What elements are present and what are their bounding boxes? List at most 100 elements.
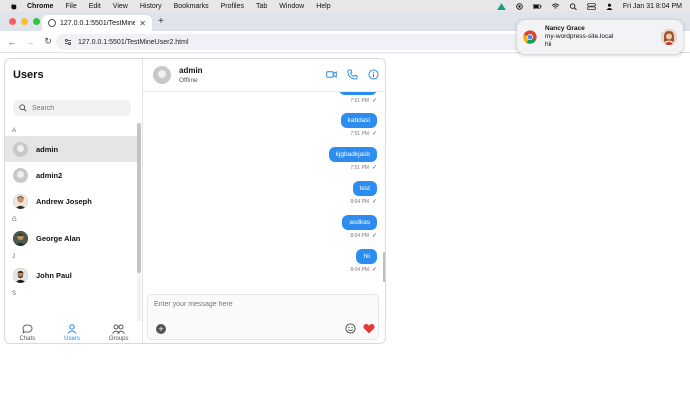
chat-contact-status: Offline	[179, 77, 198, 84]
nav-chats[interactable]: Chats	[19, 324, 35, 342]
user-photo-avatar	[13, 193, 28, 209]
close-tab-icon[interactable]: ✕	[139, 19, 146, 28]
back-arrow-icon[interactable]: ←	[6, 36, 18, 48]
menu-bookmarks[interactable]: Bookmarks	[174, 3, 209, 10]
menu-bar-clock[interactable]: Fri Jan 31 8:04 PM	[623, 3, 682, 10]
chat-contact-info: admin Offline	[179, 66, 203, 84]
reload-icon[interactable]: ↻	[42, 36, 54, 48]
add-attachment-icon[interactable]: +	[156, 324, 166, 334]
nav-label: Users	[64, 336, 80, 342]
emoji-icon[interactable]	[345, 323, 356, 334]
user-switch-icon[interactable]	[605, 3, 614, 10]
info-icon[interactable]	[368, 69, 379, 80]
message-time: 7:51 PM	[350, 164, 369, 171]
chat-contact-name: admin	[179, 66, 203, 75]
menu-history[interactable]: History	[140, 3, 162, 10]
minimize-window-button[interactable]	[21, 18, 28, 25]
default-avatar-icon	[153, 66, 171, 84]
menu-app-name[interactable]: Chrome	[27, 3, 53, 10]
user-search[interactable]	[13, 100, 131, 116]
menu-view[interactable]: View	[113, 3, 128, 10]
new-tab-button[interactable]: +	[158, 16, 164, 27]
chat-header: admin Offline	[143, 59, 385, 92]
message-bubble: test	[352, 181, 377, 196]
message-meta: 7:51 PM ✓	[350, 97, 377, 105]
user-row-andrew-joseph[interactable]: Andrew Joseph	[5, 188, 137, 214]
menu-bar-status-area: Fri Jan 31 8:04 PM	[496, 0, 682, 12]
menu-window[interactable]: Window	[279, 3, 304, 10]
user-row-george-alan[interactable]: George Alan	[5, 225, 137, 251]
search-icon	[19, 104, 27, 112]
browser-tab[interactable]: 127.0.0.1:5501/TestMineU ✕	[42, 15, 152, 31]
menu-help[interactable]: Help	[316, 3, 330, 10]
address-bar[interactable]: 127.0.0.1:5501/TestMineUser2.html	[56, 34, 526, 50]
wifi-icon[interactable]	[551, 2, 560, 10]
apple-icon[interactable]	[9, 2, 19, 11]
forward-arrow-icon[interactable]: →	[24, 36, 36, 48]
message-list-scrollbar[interactable]	[383, 252, 385, 282]
record-icon[interactable]	[515, 2, 524, 10]
message-meta: 8:04 PM ✓	[350, 266, 377, 274]
message-time: 8:04 PM	[350, 232, 369, 239]
message-meta: 8:04 PM ✓	[350, 232, 377, 240]
user-name: admin2	[36, 170, 63, 180]
user-name: George Alan	[36, 233, 81, 243]
check-icon: ✓	[371, 267, 377, 273]
message-time: 7:51 PM	[350, 130, 369, 137]
nav-groups[interactable]: Groups	[109, 324, 129, 342]
section-letter: A	[12, 127, 17, 134]
spotlight-search-icon[interactable]	[569, 2, 578, 10]
window-controls	[9, 18, 40, 25]
site-info-icon[interactable]	[64, 38, 72, 46]
address-bar-url: 127.0.0.1:5501/TestMineUser2.html	[78, 38, 189, 46]
check-icon: ✓	[371, 98, 377, 104]
message-bubble	[339, 92, 377, 95]
notification-text: Nancy Grace my-wordpress-site.local hii	[545, 25, 661, 49]
battery-icon[interactable]	[532, 3, 542, 10]
close-window-button[interactable]	[9, 18, 16, 25]
check-icon: ✓	[371, 199, 377, 205]
message-time: 7:51 PM	[350, 97, 369, 104]
user-row-john-paul[interactable]: John Paul	[5, 262, 137, 288]
search-input[interactable]	[32, 104, 122, 112]
message-input[interactable]	[154, 301, 364, 315]
user-photo-avatar	[13, 267, 28, 283]
user-name: admin	[36, 144, 59, 154]
nav-users[interactable]: Users	[64, 324, 80, 342]
message-item: asdkas 8:04 PM ✓	[342, 215, 377, 239]
chrome-notification[interactable]: Nancy Grace my-wordpress-site.local hii	[517, 20, 683, 54]
check-icon: ✓	[371, 165, 377, 171]
chat-header-actions	[326, 69, 379, 80]
message-bubble: asdkas	[342, 215, 377, 230]
menu-edit[interactable]: Edit	[89, 3, 101, 10]
globe-icon	[48, 19, 56, 27]
message-item: kjgbadkjasb 7:51 PM ✓	[328, 147, 377, 172]
zoom-window-button[interactable]	[33, 18, 40, 25]
message-meta: 7:51 PM ✓	[350, 130, 377, 138]
menu-tab[interactable]: Tab	[256, 3, 267, 10]
user-name: John Paul	[36, 270, 72, 280]
user-list-scrollbar[interactable]	[137, 123, 141, 273]
video-call-icon[interactable]	[326, 69, 337, 80]
default-avatar-icon	[13, 141, 28, 157]
message-bubble: hii	[356, 249, 377, 264]
phone-icon[interactable]	[347, 69, 358, 80]
notification-title: Nancy Grace	[545, 25, 585, 32]
sidebar-title: Users	[13, 69, 44, 81]
check-icon: ✓	[371, 233, 377, 239]
users-sidebar: Users A admin admin2 Andrew Joseph G Geo…	[5, 59, 143, 343]
message-meta: 8:04 PM ✓	[350, 198, 377, 206]
message-item: hii 8:04 PM ✓	[350, 249, 377, 273]
menu-profiles[interactable]: Profiles	[221, 3, 244, 10]
check-icon: ✓	[371, 131, 377, 137]
notification-avatar	[661, 29, 677, 45]
app-status-icon[interactable]	[496, 2, 506, 10]
control-center-icon[interactable]	[587, 2, 596, 10]
heart-icon[interactable]	[363, 323, 375, 334]
message-item: 7:51 PM ✓	[339, 92, 377, 104]
section-letter: S	[12, 290, 17, 297]
user-row-admin[interactable]: admin	[5, 136, 137, 162]
message-meta: 7:51 PM ✓	[350, 164, 377, 172]
user-row-admin2[interactable]: admin2	[5, 162, 137, 188]
menu-file[interactable]: File	[65, 3, 76, 10]
